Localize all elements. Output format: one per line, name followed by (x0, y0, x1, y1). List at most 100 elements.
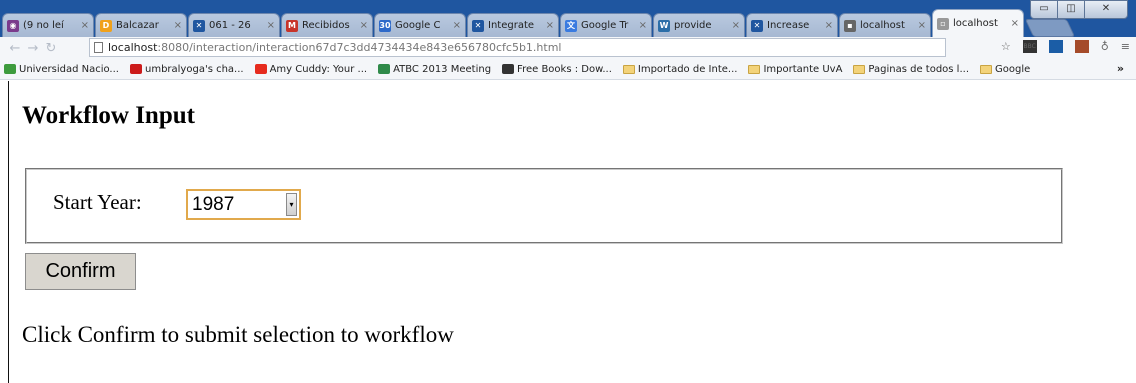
document-icon: D (100, 19, 112, 32)
back-arrow-icon[interactable]: ← (6, 41, 24, 56)
reload-icon[interactable]: ↻ (42, 41, 60, 56)
bookmark-item[interactable]: Google (980, 64, 1030, 75)
url-host: localhost (108, 41, 158, 54)
tab-title: localhost (860, 20, 905, 31)
browser-toolbar: ← → ↻ localhost:8080/interaction/interac… (0, 37, 1136, 59)
bookmark-item[interactable]: Importante UvA (748, 64, 842, 75)
close-tab-icon[interactable]: × (639, 20, 647, 31)
close-tab-icon[interactable]: × (918, 20, 926, 31)
page-icon (94, 42, 103, 53)
tab-title: Google Tr (581, 20, 629, 31)
toolbar-actions: ☆ BBC ♁ ≡ (989, 40, 1130, 53)
x-logo-icon: ✕ (472, 19, 484, 32)
close-tab-icon[interactable]: × (267, 20, 275, 31)
bookmarks-bar: Universidad Nacio... umbralyoga's cha... A… (0, 59, 1136, 80)
page-content: Workflow Input Start Year: 1987 ▾ Confir… (8, 81, 1136, 383)
browser-tab-strip: ◉ (9 no leí × D Balcazar × ✕ 061 - 26 × M Recibido… (0, 0, 1136, 37)
confirm-button[interactable]: Confirm (25, 253, 136, 290)
browser-tab[interactable]: ✕ Integrate × (467, 13, 559, 37)
bookmark-label: Google (995, 63, 1031, 75)
close-tab-icon[interactable]: × (825, 20, 833, 31)
close-tab-icon[interactable]: × (174, 20, 182, 31)
bookmark-label: ATBC 2013 Meeting (393, 63, 492, 75)
tab-title: 061 - 26 (209, 20, 251, 31)
bookmark-item[interactable]: Paginas de todos l... (853, 64, 969, 75)
chat-icon: ◉ (7, 19, 19, 32)
forward-arrow-icon[interactable]: → (24, 41, 42, 56)
tab-title: localhost (953, 18, 998, 29)
star-bookmark-icon[interactable]: ☆ (1001, 40, 1011, 53)
close-tab-icon[interactable]: × (1011, 18, 1019, 29)
tab-title: provide (674, 20, 712, 31)
bird-icon (378, 64, 391, 74)
tab-title: (9 no leí (23, 20, 64, 31)
folder-icon (853, 64, 866, 74)
calendar-icon: 30 (379, 19, 391, 32)
bookmark-item[interactable]: Importado de Inte... (622, 63, 738, 75)
browser-tab[interactable]: D Balcazar × (95, 13, 187, 37)
bookmark-item[interactable]: umbralyoga's cha... (129, 63, 244, 75)
url-path: :8080/interaction/interaction67d7c3dd473… (157, 41, 562, 54)
translate-icon: 文 (565, 19, 577, 32)
start-year-value: 1987 (192, 193, 235, 215)
bookmark-label: Amy Cuddy: Your ... (269, 63, 368, 75)
dropdown-arrow-icon[interactable]: ▾ (286, 193, 297, 216)
close-tab-icon[interactable]: × (360, 20, 368, 31)
library-icon (502, 64, 515, 74)
tab-title: Google C (395, 20, 441, 31)
ted-icon (254, 64, 267, 74)
close-tab-icon[interactable]: × (546, 20, 554, 31)
browser-tab[interactable]: M Recibidos × (281, 13, 373, 37)
bookmark-label: umbralyoga's cha... (144, 63, 244, 75)
page-icon: ▪ (844, 19, 856, 32)
browser-tab[interactable]: ▪ localhost × (839, 13, 931, 37)
page-icon: ▫ (937, 17, 949, 30)
bookmark-label: Free Books : Dow... (517, 63, 612, 75)
browser-tab[interactable]: ✕ 061 - 26 × (188, 13, 280, 37)
mail-icon: M (286, 19, 298, 32)
extension-icon[interactable] (1074, 40, 1089, 53)
menu-icon[interactable]: ≡ (1121, 40, 1130, 53)
x-logo-icon: ✕ (193, 19, 205, 32)
tab-list: ◉ (9 no leí × D Balcazar × ✕ 061 - 26 × M Recibido… (2, 9, 1076, 37)
bookmark-label: Paginas de todos l... (868, 63, 969, 75)
start-year-fieldset: Start Year: 1987 ▾ (25, 168, 1063, 244)
extension-icon[interactable] (1048, 40, 1063, 53)
page-title: Workflow Input (22, 102, 195, 129)
browser-tab[interactable]: ◉ (9 no leí × (2, 13, 94, 37)
university-icon (4, 64, 16, 74)
bookmark-item[interactable]: ATBC 2013 Meeting (378, 64, 491, 75)
maximize-button[interactable]: ◫ (1057, 0, 1085, 19)
start-year-label: Start Year: (53, 190, 142, 214)
bookmark-label: Universidad Nacio... (19, 63, 119, 75)
browser-tab[interactable]: 30 Google C × (374, 13, 466, 37)
close-window-button[interactable]: ✕ (1084, 0, 1128, 19)
reference-icon: W (658, 19, 670, 32)
browser-tab[interactable]: ▫ localhost × (932, 9, 1024, 37)
tab-title: Recibidos (302, 20, 350, 31)
bookmark-item[interactable]: Universidad Nacio... (4, 64, 119, 75)
browser-tab[interactable]: Wprovide × (653, 13, 745, 37)
close-tab-icon[interactable]: × (81, 20, 89, 31)
extension-icon[interactable]: ♁ (1101, 40, 1109, 53)
instruction-text: Click Confirm to submit selection to wor… (22, 322, 454, 347)
bookmark-label: Importado de Inte... (637, 63, 738, 75)
close-tab-icon[interactable]: × (453, 20, 461, 31)
bookmark-item[interactable]: Amy Cuddy: Your ... (254, 63, 368, 75)
tab-title: Integrate (488, 20, 535, 31)
bbc-radio-extension-icon[interactable]: BBC (1022, 40, 1037, 53)
folder-icon (980, 64, 992, 74)
youtube-icon (129, 64, 142, 74)
minimize-button[interactable]: ▭ (1030, 0, 1058, 19)
more-bookmarks-button[interactable]: » (1117, 62, 1124, 75)
tab-title: Balcazar (116, 20, 159, 31)
tab-title: Increase (767, 20, 810, 31)
browser-tab[interactable]: ✕ Increase × (746, 13, 838, 37)
address-bar[interactable]: localhost:8080/interaction/interaction67… (89, 38, 946, 57)
new-tab-button[interactable] (1024, 19, 1076, 37)
close-tab-icon[interactable]: × (732, 20, 740, 31)
start-year-select[interactable]: 1987 ▾ (186, 189, 301, 220)
bookmark-label: Importante UvA (763, 63, 843, 75)
bookmark-item[interactable]: Free Books : Dow... (502, 64, 612, 75)
browser-tab[interactable]: 文 Google Tr × (560, 13, 652, 37)
